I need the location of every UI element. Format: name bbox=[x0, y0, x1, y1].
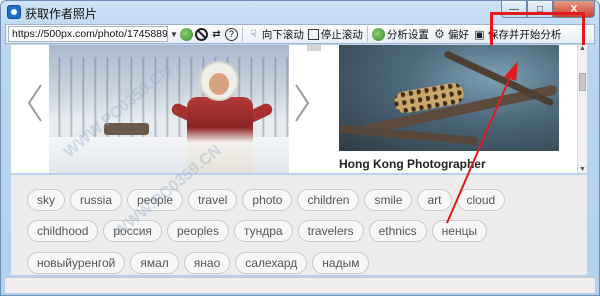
preferences-label: 偏好 bbox=[447, 28, 469, 41]
person-face bbox=[209, 73, 229, 95]
vertical-scrollbar[interactable]: ▲ ▼ bbox=[577, 45, 587, 173]
status-bar bbox=[5, 277, 595, 293]
next-arrow-icon[interactable] bbox=[292, 83, 312, 123]
tag-chip[interactable]: smile bbox=[364, 189, 413, 211]
tag-chip[interactable]: салехард bbox=[235, 252, 308, 274]
webpage-content: Hong Kong Photographer ▲ ▼ WWW.PC0359.CN bbox=[11, 45, 587, 173]
window-title: 获取作者照片 bbox=[25, 7, 98, 21]
scroll-up-arrow-icon[interactable]: ▲ bbox=[579, 45, 586, 52]
tag-chip[interactable]: peoples bbox=[166, 220, 229, 242]
toolbar-divider bbox=[366, 26, 368, 42]
tag-chip[interactable]: cloud bbox=[456, 189, 506, 211]
tag-chip[interactable]: ненцы bbox=[431, 220, 488, 242]
tag-chip[interactable]: russia bbox=[70, 189, 123, 211]
tag-cloud: sky russia people travel photo children smile a… bbox=[11, 175, 587, 275]
tag-chip[interactable]: тундра bbox=[233, 220, 293, 242]
tag-chip[interactable]: childhood bbox=[27, 220, 99, 242]
tag-chip[interactable]: sky bbox=[27, 189, 65, 211]
app-window: 获取作者照片 — □ X https://500px.com/photo/174… bbox=[0, 0, 600, 296]
scroll-down-label: 向下滚动 bbox=[261, 28, 304, 41]
tag-chip[interactable]: новыйуренгой bbox=[27, 252, 126, 274]
stop-scroll-label: 停止滚动 bbox=[320, 28, 363, 41]
tag-chip[interactable]: children bbox=[297, 189, 360, 211]
tag-chip[interactable]: ethnics bbox=[368, 220, 427, 242]
globe-settings-icon bbox=[371, 27, 385, 41]
tag-chip[interactable]: янао bbox=[183, 252, 231, 274]
toolbar-divider bbox=[241, 26, 243, 42]
tag-chip[interactable]: ямал bbox=[130, 252, 179, 274]
url-dropdown-icon[interactable]: ▼ bbox=[170, 30, 178, 39]
photo-branch bbox=[339, 124, 480, 146]
app-logo-icon bbox=[7, 5, 21, 19]
analysis-settings-button[interactable]: 分析设置 bbox=[370, 25, 431, 43]
tag-row: childhood россия peoples тундра travelers eth… bbox=[27, 220, 488, 242]
url-field[interactable]: https://500px.com/photo/17458898 bbox=[8, 26, 168, 42]
gear-icon: ⚙ bbox=[434, 27, 445, 41]
tag-chip[interactable]: travel bbox=[188, 189, 238, 211]
preferences-button[interactable]: ⚙ 偏好 bbox=[431, 25, 471, 43]
browser-globe-icon[interactable] bbox=[179, 27, 193, 41]
featured-photo[interactable] bbox=[49, 45, 289, 173]
tag-chip[interactable]: надым bbox=[312, 252, 370, 274]
scrollbar-thumb[interactable] bbox=[579, 73, 586, 91]
thumbnail-placeholder bbox=[307, 45, 321, 51]
tag-row: sky russia people travel photo children smile a… bbox=[27, 189, 506, 211]
stop-scroll-button[interactable]: 停止滚动 bbox=[306, 25, 365, 43]
tag-chip[interactable]: art bbox=[417, 189, 452, 211]
hand-pointer-icon: ☟ bbox=[250, 28, 257, 40]
scroll-down-arrow-icon[interactable]: ▼ bbox=[579, 166, 586, 173]
photo-thumbnail[interactable] bbox=[339, 45, 559, 151]
tag-chip[interactable]: travelers bbox=[297, 220, 364, 242]
photographer-caption[interactable]: Hong Kong Photographer bbox=[339, 157, 486, 171]
previous-arrow-icon[interactable] bbox=[25, 83, 45, 123]
save-icon: ▣ bbox=[474, 28, 485, 41]
analysis-settings-label: 分析设置 bbox=[386, 28, 429, 41]
help-icon[interactable]: ? bbox=[224, 27, 238, 41]
tag-chip[interactable]: photo bbox=[242, 189, 293, 211]
block-icon[interactable] bbox=[194, 27, 208, 41]
stop-icon bbox=[307, 28, 319, 40]
refresh-icon[interactable]: ⇄ bbox=[210, 28, 223, 41]
scroll-down-button[interactable]: ☟ 向下滚动 bbox=[245, 25, 306, 43]
tag-row: новыйуренгой ямал янао салехард надым bbox=[27, 252, 370, 274]
